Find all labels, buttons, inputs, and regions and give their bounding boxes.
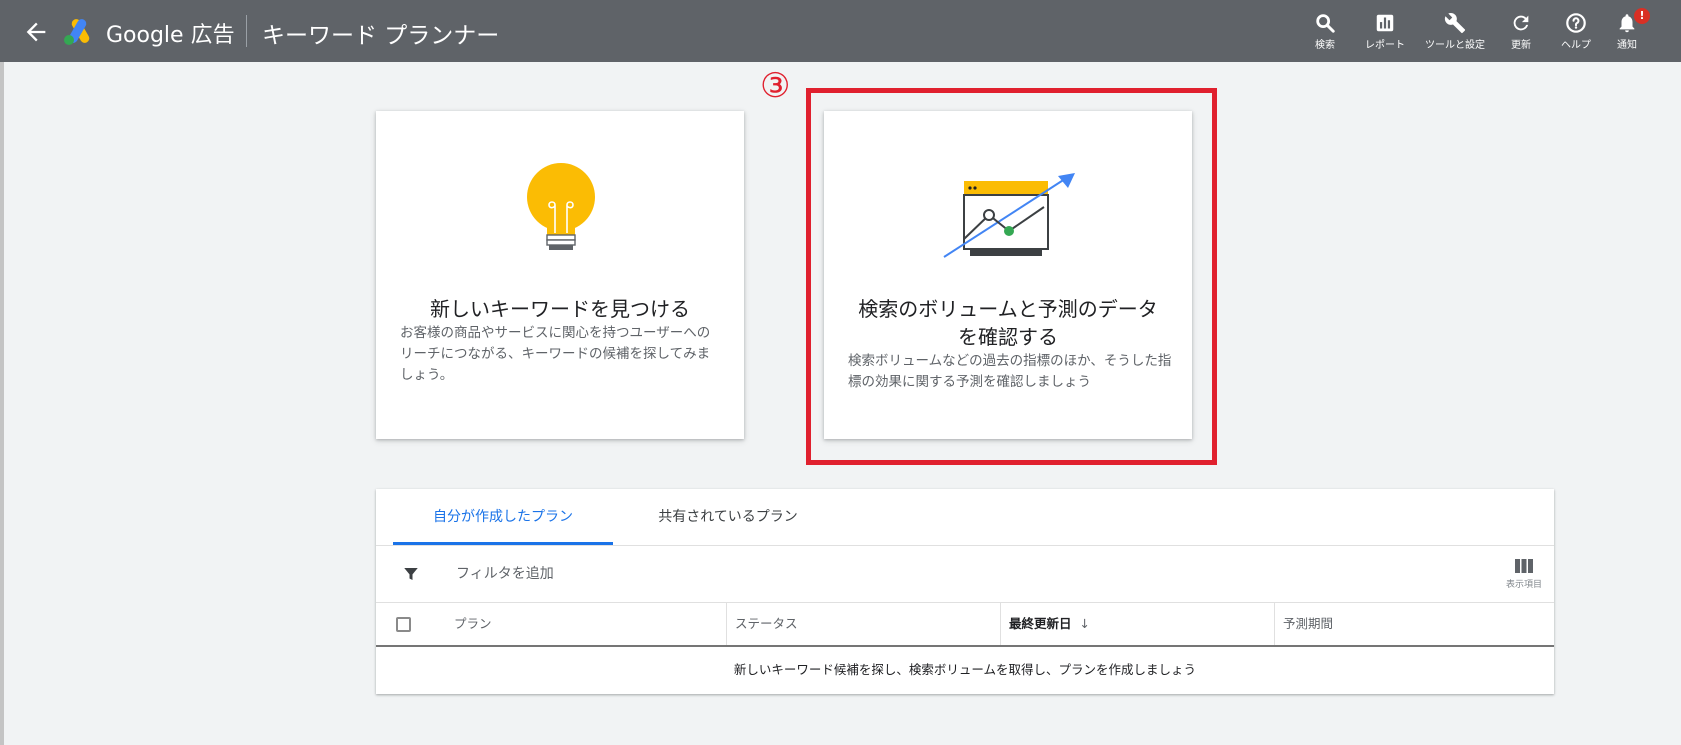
notifications-label: 通知: [1617, 40, 1637, 51]
search-icon: [1316, 14, 1335, 33]
columns-icon: [1515, 559, 1533, 573]
column-header-status[interactable]: ステータス: [726, 603, 1000, 645]
reports-button[interactable]: レポート: [1350, 10, 1420, 62]
refresh-icon: [1513, 15, 1529, 31]
back-arrow-icon[interactable]: [22, 18, 50, 46]
column-header-forecast-period[interactable]: 予測期間: [1274, 603, 1554, 645]
header-divider: [246, 15, 247, 47]
select-all-checkbox[interactable]: [396, 617, 411, 632]
window-left-edge: [0, 0, 4, 745]
card-title: 新しいキーワードを見つける: [430, 297, 690, 321]
filter-icon[interactable]: [402, 565, 420, 583]
reports-icon: [1376, 14, 1394, 32]
brand-name: Google 広告: [106, 23, 235, 48]
discover-keywords-card[interactable]: 新しいキーワードを見つける お客様の商品やサービスに関心を持つユーザーへのリーチ…: [376, 111, 744, 439]
reports-label: レポート: [1365, 40, 1405, 51]
plans-panel: 自分が作成したプラン 共有されているプラン フィルタを追加 表示項目 プラン ス…: [376, 489, 1554, 694]
column-header-plan[interactable]: プラン: [446, 603, 726, 645]
column-header-last-updated[interactable]: 最終更新日 ↓: [1000, 603, 1274, 645]
tab-my-plans[interactable]: 自分が作成したプラン: [393, 489, 613, 545]
add-filter-button[interactable]: フィルタを追加: [456, 562, 554, 586]
columns-label: 表示項目: [1505, 580, 1542, 590]
card-description: お客様の商品やサービスに関心を持つユーザーへのリーチにつながる、キーワードの候補…: [400, 325, 711, 383]
tab-shared-plans[interactable]: 共有されているプラン: [613, 489, 843, 545]
select-all-cell: [376, 603, 436, 645]
lightbulb-icon: [527, 163, 595, 250]
help-icon: [1566, 13, 1586, 33]
notification-badge: !: [1634, 8, 1650, 24]
tools-settings-label: ツールと設定: [1425, 40, 1485, 51]
page-title: キーワード プランナー: [262, 23, 500, 49]
highlight-box: [806, 88, 1217, 465]
empty-state-message: 新しいキーワード候補を探し、検索ボリュームを取得し、プランを作成しましょう: [733, 662, 1197, 677]
step-number-annotation: ③: [760, 66, 791, 106]
top-app-bar: Google 広告 キーワード プランナー 検索 レポート ツールと設定 更新 …: [0, 0, 1681, 62]
notifications-button[interactable]: ! 通知: [1592, 8, 1662, 62]
google-ads-logo: [62, 16, 96, 46]
column-header-label: 最終更新日: [1009, 616, 1072, 631]
wrench-icon: [1444, 13, 1466, 34]
tools-settings-button[interactable]: ツールと設定: [1420, 10, 1490, 62]
columns-button[interactable]: 表示項目: [1502, 555, 1546, 599]
sort-descending-icon: ↓: [1079, 616, 1090, 631]
tabs-divider: [376, 545, 1554, 546]
